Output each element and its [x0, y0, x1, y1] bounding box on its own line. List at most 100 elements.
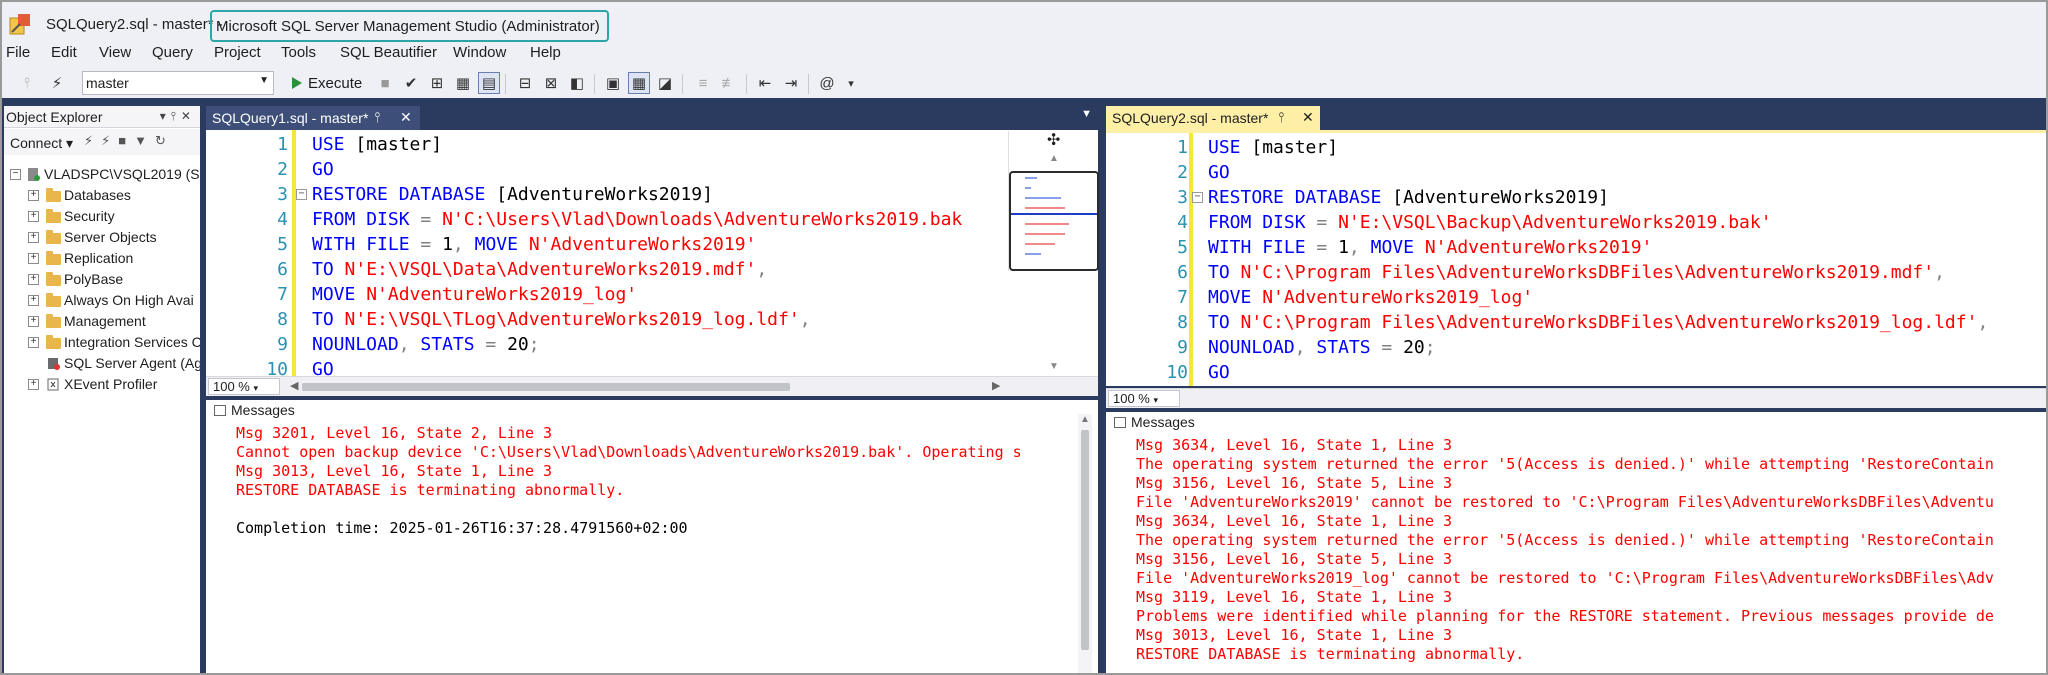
connect-icon[interactable]: ⚡: [46, 72, 68, 94]
tree-server-node[interactable]: − VLADSPC\VSQL2019 (SQ: [4, 164, 200, 185]
close-icon[interactable]: ✕: [400, 109, 412, 126]
results-to-file-icon[interactable]: ◪: [654, 72, 676, 94]
available-databases-select[interactable]: master ▼: [82, 71, 274, 95]
pin-icon[interactable]: ⫯: [374, 109, 380, 126]
expand-icon[interactable]: +: [28, 274, 39, 285]
pin-icon[interactable]: ⫯: [16, 72, 38, 94]
menu-view[interactable]: View: [99, 44, 131, 61]
split-icon[interactable]: ✣: [1047, 130, 1060, 150]
specify-values-icon[interactable]: @: [816, 72, 838, 94]
results-to-grid-icon[interactable]: ▦: [628, 72, 650, 94]
panel-options-icon[interactable]: ▾⫯✕: [160, 109, 196, 124]
scroll-left-icon[interactable]: ◀: [290, 379, 298, 392]
tree-node-server-objects[interactable]: + Server Objects: [4, 227, 200, 248]
scroll-down-icon[interactable]: ▼: [1049, 361, 1059, 372]
expand-icon[interactable]: +: [28, 211, 39, 222]
menu-file[interactable]: File: [6, 44, 30, 61]
live-stats-icon[interactable]: ⊠: [540, 72, 562, 94]
execute-button[interactable]: Execute: [292, 71, 362, 95]
code-line[interactable]: 7 MOVE N'AdventureWorks2019_log': [1106, 285, 2046, 310]
tree-node-databases[interactable]: + Databases: [4, 185, 200, 206]
results-to-icon[interactable]: ▤: [478, 72, 500, 94]
code-line[interactable]: 9 NOUNLOAD, STATS = 20;: [1106, 335, 2046, 360]
code-line[interactable]: 4 FROM DISK = N'C:\Users\Vlad\Downloads\A…: [206, 207, 1098, 232]
minimap-viewport[interactable]: [1009, 171, 1099, 271]
messages-tab[interactable]: Messages: [1106, 412, 1195, 432]
code-line[interactable]: 3 RESTORE DATABASE [AdventureWorks2019] −: [1106, 185, 2046, 210]
collapse-region-icon[interactable]: −: [1192, 192, 1203, 203]
tree-node-integration-services[interactable]: + Integration Services C: [4, 332, 200, 353]
menu-edit[interactable]: Edit: [51, 44, 77, 61]
tree-node-security[interactable]: + Security: [4, 206, 200, 227]
menu-sql-beautifier[interactable]: SQL Beautifier: [340, 44, 437, 61]
code-line[interactable]: 6 TO N'C:\Program Files\AdventureWorksDBF…: [1106, 260, 2046, 285]
expand-icon[interactable]: +: [28, 253, 39, 264]
right-code-editor[interactable]: 1 USE [master] 2 GO 3 RESTORE DATABASE [Adven…: [1106, 133, 2046, 386]
collapse-icon[interactable]: −: [10, 169, 21, 180]
pin-icon[interactable]: ⫯: [1278, 109, 1284, 126]
code-minimap[interactable]: ✣ ▲ ▼: [1008, 130, 1099, 372]
scroll-right-icon[interactable]: ▶: [992, 379, 1000, 392]
code-line[interactable]: 1 USE [master]: [206, 132, 1098, 157]
code-line[interactable]: 3 RESTORE DATABASE [AdventureWorks2019] −: [206, 182, 1098, 207]
tree-node-management[interactable]: + Management: [4, 311, 200, 332]
close-icon[interactable]: ✕: [1302, 109, 1314, 126]
uncomment-icon[interactable]: ≢: [718, 72, 740, 94]
code-line[interactable]: 7 MOVE N'AdventureWorks2019_log': [206, 282, 1098, 307]
code-line[interactable]: 2 GO: [1106, 160, 2046, 185]
left-code-editor[interactable]: 1 USE [master] 2 GO 3 RESTORE DATABASE [Adven…: [206, 130, 1098, 383]
code-line[interactable]: 8 TO N'C:\Program Files\AdventureWorksDBF…: [1106, 310, 2046, 335]
display-plan-icon[interactable]: ⊞: [426, 72, 448, 94]
tree-node-replication[interactable]: + Replication: [4, 248, 200, 269]
messages-vertical-scrollbar[interactable]: ▲: [1078, 414, 1092, 673]
comment-icon[interactable]: ≡: [692, 72, 714, 94]
messages-tab[interactable]: Messages: [206, 400, 295, 420]
collapse-region-icon[interactable]: −: [296, 189, 307, 200]
expand-icon[interactable]: +: [28, 337, 39, 348]
menu-window[interactable]: Window: [453, 44, 506, 61]
code-line[interactable]: 10 GO: [1106, 360, 2046, 385]
scroll-up-icon[interactable]: ▲: [1080, 414, 1090, 425]
expand-icon[interactable]: +: [28, 379, 39, 390]
code-line[interactable]: 6 TO N'E:\VSQL\Data\AdventureWorks2019.md…: [206, 257, 1098, 282]
code-line[interactable]: 9 NOUNLOAD, STATS = 20;: [206, 332, 1098, 357]
code-line[interactable]: 1 USE [master]: [1106, 135, 2046, 160]
code-line[interactable]: 5 WITH FILE = 1, MOVE N'AdventureWorks201…: [1106, 235, 2046, 260]
client-stats-icon[interactable]: ◧: [566, 72, 588, 94]
tab-sqlquery2[interactable]: SQLQuery2.sql - master* ⫯ ✕: [1106, 106, 1320, 130]
increase-indent-icon[interactable]: ⇥: [780, 72, 802, 94]
stop-icon[interactable]: ■: [374, 72, 396, 94]
expand-icon[interactable]: +: [28, 295, 39, 306]
menu-help[interactable]: Help: [530, 44, 561, 61]
code-text: MOVE N'AdventureWorks2019_log': [312, 284, 637, 305]
code-line[interactable]: 2 GO: [206, 157, 1098, 182]
parse-checkmark-icon[interactable]: ✔: [400, 72, 422, 94]
results-to-text-icon[interactable]: ▣: [602, 72, 624, 94]
expand-icon[interactable]: +: [28, 232, 39, 243]
code-line[interactable]: 8 TO N'E:\VSQL\TLog\AdventureWorks2019_lo…: [206, 307, 1098, 332]
zoom-select[interactable]: 100 % ▾: [1108, 390, 1180, 407]
tree-node-sql-agent[interactable]: SQL Server Agent (Ag: [4, 353, 200, 374]
code-line[interactable]: 4 FROM DISK = N'E:\VSQL\Backup\AdventureW…: [1106, 210, 2046, 235]
code-line[interactable]: 5 WITH FILE = 1, MOVE N'AdventureWorks201…: [206, 232, 1098, 257]
expand-icon[interactable]: +: [28, 190, 39, 201]
object-explorer-tools[interactable]: ⚡⚡■▼↻: [84, 133, 174, 149]
tree-node-xevent-profiler[interactable]: + XEvent Profiler: [4, 374, 200, 395]
tree-node-polybase[interactable]: + PolyBase: [4, 269, 200, 290]
toolbar-overflow-icon[interactable]: ▾: [840, 72, 862, 94]
expand-icon[interactable]: +: [28, 316, 39, 327]
tree-node-always-on[interactable]: + Always On High Avai: [4, 290, 200, 311]
tab-overflow-chevron-icon[interactable]: ▼: [1081, 108, 1092, 120]
connect-dropdown[interactable]: Connect ▾: [10, 135, 73, 152]
scroll-up-icon[interactable]: ▲: [1049, 153, 1059, 164]
vertical-scrollbar-thumb[interactable]: [1081, 430, 1089, 650]
include-plan-icon[interactable]: ⊟: [514, 72, 536, 94]
menu-query[interactable]: Query: [152, 44, 193, 61]
tab-sqlquery1[interactable]: SQLQuery1.sql - master* ⫯ ✕: [206, 106, 420, 130]
menu-project[interactable]: Project: [214, 44, 261, 61]
horizontal-scrollbar-thumb[interactable]: [302, 383, 790, 391]
menu-tools[interactable]: Tools: [281, 44, 316, 61]
query-designer-icon[interactable]: ▦: [452, 72, 474, 94]
zoom-select[interactable]: 100 % ▾: [208, 378, 280, 395]
decrease-indent-icon[interactable]: ⇤: [754, 72, 776, 94]
